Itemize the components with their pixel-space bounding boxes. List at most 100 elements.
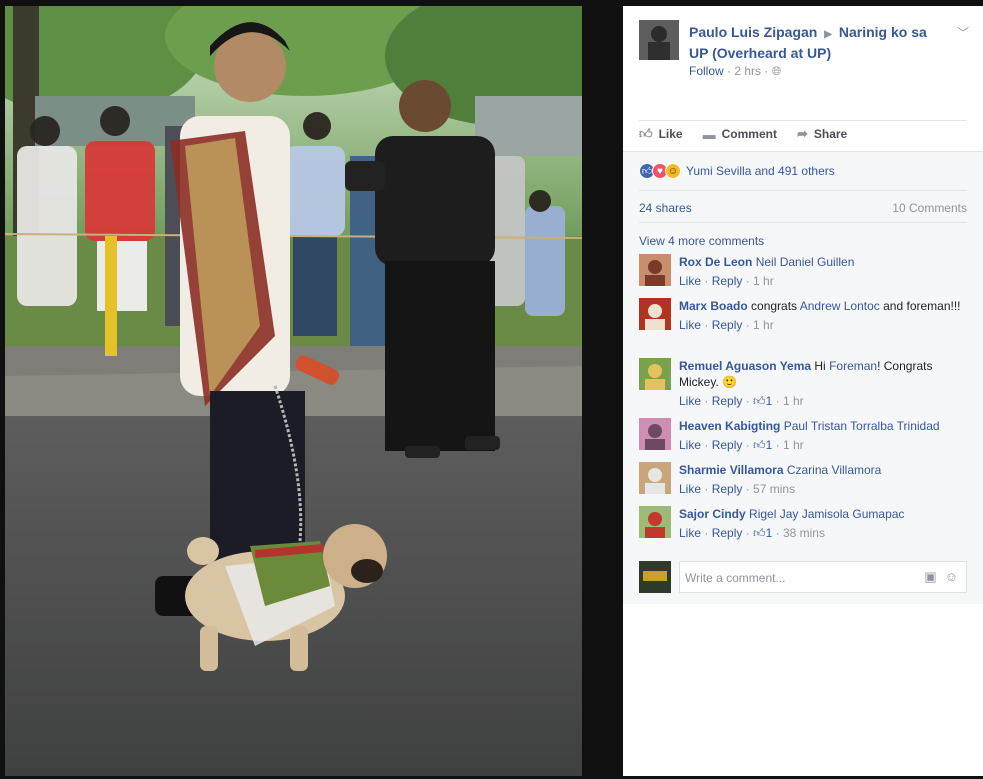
- post-timestamp[interactable]: 2 hrs: [734, 64, 761, 78]
- commenter-avatar-image: [639, 358, 671, 390]
- mention-link[interactable]: Paul Tristan Torralba Trinidad: [784, 419, 940, 433]
- comment-body: Sajor Cindy Rigel Jay Jamisola Gumapac Li…: [679, 506, 969, 541]
- post-title: Paulo Luis Zipagan ▶ Narinig ko sa UP (O…: [689, 23, 949, 62]
- comment-body: Heaven Kabigting Paul Tristan Torralba T…: [679, 418, 969, 453]
- comment-timestamp[interactable]: 57 mins: [753, 482, 795, 496]
- comment-body: Remuel Aguason Yema Hi Foreman! Congrats…: [679, 358, 969, 409]
- comment-text-fragment: congrats: [751, 299, 800, 313]
- comment-like-link[interactable]: Like: [679, 482, 701, 496]
- comment-timestamp[interactable]: 1 hr: [783, 394, 804, 408]
- composer-icons: ▣ ☺: [924, 569, 958, 585]
- reactions-summary[interactable]: 👍︎ ♥ ☺ Yumi Sevilla and 491 others: [639, 163, 835, 179]
- commenter-avatar[interactable]: [639, 298, 671, 330]
- comment-footer: Like · Reply · 👍︎1 · 1 hr: [679, 438, 804, 452]
- comment-author-link[interactable]: Rox De Leon: [679, 255, 752, 269]
- viewer-avatar-image: [639, 561, 671, 593]
- comment-body: Marx Boado congrats Andrew Lontoc and fo…: [679, 298, 969, 333]
- comment-reply-link[interactable]: Reply: [712, 482, 743, 496]
- thumbs-up-icon: 👍︎: [753, 526, 766, 540]
- commenter-avatar[interactable]: [639, 358, 671, 390]
- comment-reply-link[interactable]: Reply: [712, 394, 743, 408]
- comment-footer: Like · Reply · 57 mins: [679, 482, 796, 496]
- commenter-avatar[interactable]: [639, 462, 671, 494]
- comment-text: Sharmie Villamora Czarina Villamora: [679, 462, 969, 478]
- comment-timestamp[interactable]: 1 hr: [753, 318, 774, 332]
- counts-divider: [639, 222, 967, 223]
- comment-like-count[interactable]: 👍︎1: [753, 526, 772, 540]
- comment-footer: Like · Reply · 1 hr: [679, 318, 774, 332]
- commenter-avatar[interactable]: [639, 506, 671, 538]
- comment-author-link[interactable]: Marx Boado: [679, 299, 748, 313]
- comment-like-link[interactable]: Like: [679, 394, 701, 408]
- follow-link[interactable]: Follow: [689, 64, 724, 78]
- comment-input-placeholder: Write a comment...: [685, 571, 786, 585]
- comment-timestamp[interactable]: 1 hr: [783, 438, 804, 452]
- mention-link[interactable]: Andrew Lontoc: [800, 299, 880, 313]
- comment-reply-link[interactable]: Reply: [712, 274, 743, 288]
- comment-body: Rox De Leon Neil Daniel Guillen Like · Re…: [679, 254, 969, 289]
- reactions-divider: [639, 190, 967, 191]
- comment-text-fragment: and foreman!!!: [879, 299, 961, 313]
- comment-timestamp[interactable]: 1 hr: [753, 274, 774, 288]
- comment-author-link[interactable]: Sharmie Villamora: [679, 463, 784, 477]
- thumbs-up-icon: 👍︎: [639, 126, 653, 141]
- post-photo[interactable]: [5, 6, 582, 776]
- comment-like-link[interactable]: Like: [679, 526, 701, 540]
- post-side-panel: Paulo Luis Zipagan ▶ Narinig ko sa UP (O…: [623, 6, 983, 776]
- comment-timestamp[interactable]: 38 mins: [783, 526, 825, 540]
- comment-like-link[interactable]: Like: [679, 274, 701, 288]
- photo-illustration: [5, 6, 582, 776]
- comment-author-link[interactable]: Heaven Kabigting: [679, 419, 780, 433]
- share-button[interactable]: ➦ Share: [797, 126, 847, 142]
- post-counts: 24 shares 10 Comments: [639, 201, 967, 215]
- comments-count[interactable]: 10 Comments: [892, 201, 967, 215]
- thumbs-up-icon: 👍︎: [753, 438, 766, 452]
- camera-icon[interactable]: ▣: [924, 569, 936, 585]
- meta-separator: ·: [764, 64, 772, 78]
- globe-icon[interactable]: 🌐︎: [772, 64, 782, 78]
- comment-like-count[interactable]: 👍︎1: [753, 438, 772, 452]
- like-label: Like: [658, 127, 683, 141]
- comment-composer: Write a comment... ▣ ☺: [639, 561, 969, 593]
- share-arrow-icon: ➦: [796, 126, 808, 141]
- comment-reply-link[interactable]: Reply: [712, 526, 743, 540]
- comment-text-fragment: Hi: [814, 359, 830, 373]
- chevron-down-icon[interactable]: ﹀: [957, 24, 969, 41]
- comment-like-link[interactable]: Like: [679, 438, 701, 452]
- comment-author-link[interactable]: Sajor Cindy: [679, 507, 746, 521]
- comment-author-link[interactable]: Remuel Aguason Yema: [679, 359, 811, 373]
- comment-like-link[interactable]: Like: [679, 318, 701, 332]
- comment-footer: Like · Reply · 1 hr: [679, 274, 774, 288]
- comment-like-count[interactable]: 👍︎1: [753, 394, 772, 408]
- mention-link[interactable]: Czarina Villamora: [787, 463, 881, 477]
- comment-footer: Like · Reply · 👍︎1 · 38 mins: [679, 526, 825, 540]
- author-name-link[interactable]: Paulo Luis Zipagan: [689, 24, 817, 40]
- commenter-avatar[interactable]: [639, 254, 671, 286]
- comment-body: Sharmie Villamora Czarina Villamora Like …: [679, 462, 969, 497]
- comment-input[interactable]: Write a comment... ▣ ☺: [679, 561, 967, 593]
- mention-link[interactable]: Foreman: [829, 359, 877, 373]
- comment-button[interactable]: ▬ Comment: [703, 126, 777, 142]
- viewer-frame: Paulo Luis Zipagan ▶ Narinig ko sa UP (O…: [0, 0, 983, 779]
- like-count-number: 1: [765, 438, 773, 452]
- reactions-names[interactable]: Yumi Sevilla and 491 others: [686, 164, 835, 178]
- viewer-avatar[interactable]: [639, 561, 671, 593]
- haha-reaction-icon: ☺: [665, 163, 681, 179]
- view-more-comments-link[interactable]: View 4 more comments: [639, 234, 764, 248]
- author-avatar-image: [639, 20, 679, 60]
- comment-footer: Like · Reply · 👍︎1 · 1 hr: [679, 394, 804, 408]
- commenter-avatar[interactable]: [639, 418, 671, 450]
- author-avatar[interactable]: [639, 20, 679, 60]
- comment-text: Heaven Kabigting Paul Tristan Torralba T…: [679, 418, 969, 434]
- commenter-avatar-image: [639, 462, 671, 494]
- like-count-number: 1: [765, 526, 773, 540]
- shares-count[interactable]: 24 shares: [639, 201, 692, 215]
- comment-reply-link[interactable]: Reply: [712, 438, 743, 452]
- comment-label: Comment: [721, 127, 777, 141]
- comment-reply-link[interactable]: Reply: [712, 318, 743, 332]
- emoji-icon[interactable]: ☺: [945, 569, 958, 585]
- mention-link[interactable]: Rigel Jay Jamisola Gumapac: [749, 507, 904, 521]
- mention-link[interactable]: Neil Daniel Guillen: [756, 255, 855, 269]
- like-button[interactable]: 👍︎ Like: [639, 126, 683, 142]
- commenter-avatar-image: [639, 254, 671, 286]
